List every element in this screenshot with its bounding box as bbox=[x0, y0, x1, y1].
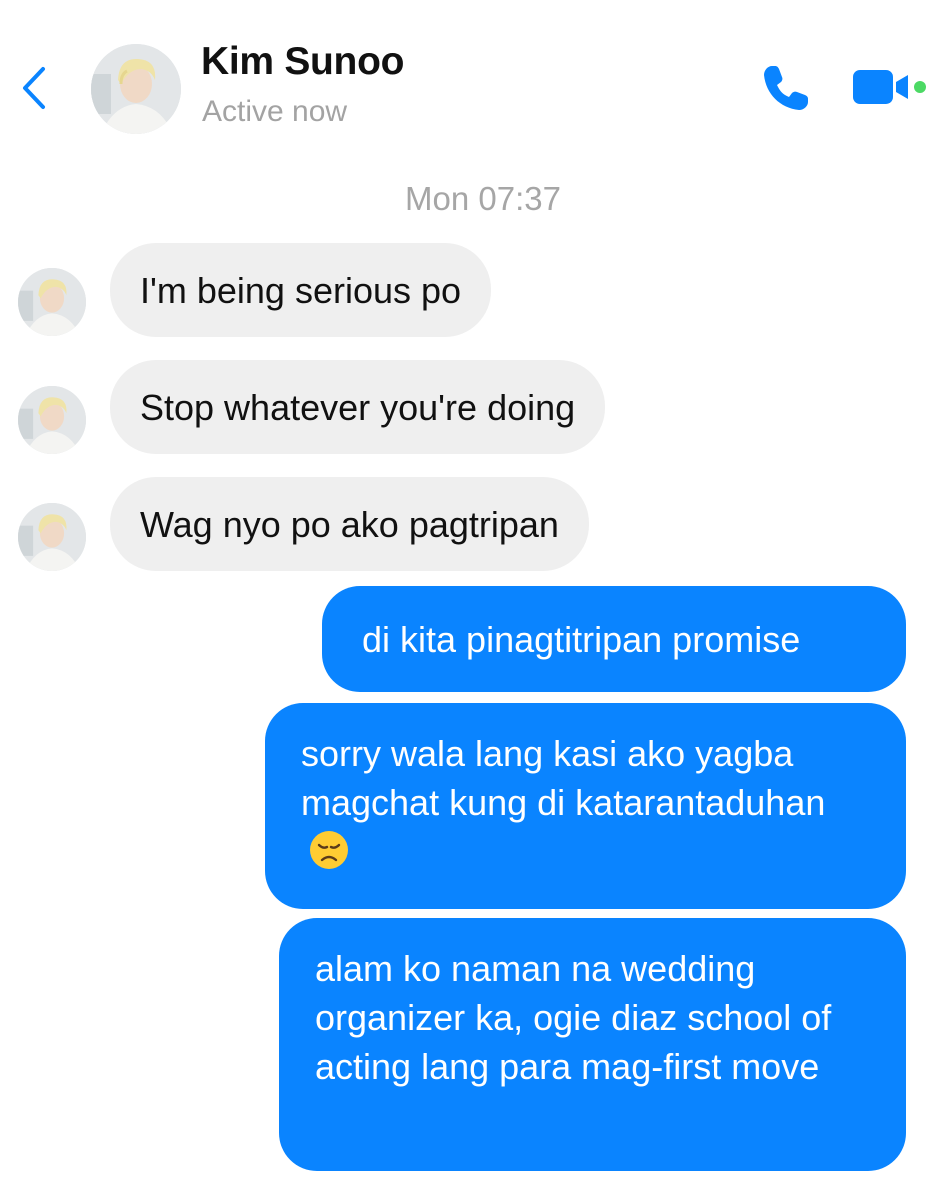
avatar-photo bbox=[91, 44, 181, 134]
message-text: sorry wala lang kasi ako yagba magchat k… bbox=[301, 733, 826, 823]
message-timestamp: Mon 07:37 bbox=[405, 180, 561, 217]
sender-avatar[interactable] bbox=[18, 503, 86, 571]
outgoing-message[interactable]: alam ko naman na wedding organizer ka, o… bbox=[279, 918, 906, 1171]
video-camera-icon bbox=[853, 70, 926, 104]
presence-dot-icon bbox=[914, 81, 926, 93]
back-button[interactable] bbox=[14, 60, 54, 116]
active-status: Active now bbox=[202, 95, 348, 128]
chat-screen: Kim Sunoo Active now Mon 07:37 I'm being… bbox=[0, 0, 943, 1200]
message-text: I'm being serious po bbox=[140, 269, 462, 311]
sender-avatar[interactable] bbox=[18, 268, 86, 336]
phone-icon bbox=[764, 66, 808, 110]
incoming-message[interactable]: Wag nyo po ako pagtripan bbox=[110, 477, 589, 571]
chevron-left-icon bbox=[23, 67, 45, 109]
outgoing-message[interactable]: sorry wala lang kasi ako yagba magchat k… bbox=[265, 703, 906, 909]
message-text: Stop whatever you're doing bbox=[140, 386, 576, 428]
message-text: alam ko naman na wedding organizer ka, o… bbox=[315, 948, 832, 1087]
avatar-photo bbox=[18, 268, 86, 336]
message-text: Wag nyo po ako pagtripan bbox=[140, 503, 559, 545]
message-text: di kita pinagtitripan promise bbox=[362, 618, 801, 660]
incoming-message[interactable]: Stop whatever you're doing bbox=[110, 360, 606, 454]
avatar-photo bbox=[18, 386, 86, 454]
contact-name[interactable]: Kim Sunoo bbox=[201, 40, 404, 84]
incoming-message[interactable]: I'm being serious po bbox=[110, 243, 492, 337]
avatar-photo bbox=[18, 503, 86, 571]
contact-avatar[interactable] bbox=[91, 44, 181, 134]
video-call-button[interactable] bbox=[848, 62, 932, 114]
voice-call-button[interactable] bbox=[758, 60, 814, 116]
sender-avatar[interactable] bbox=[18, 386, 86, 454]
outgoing-message[interactable]: di kita pinagtitripan promise bbox=[322, 586, 906, 692]
disappointed-face-icon bbox=[310, 831, 348, 869]
